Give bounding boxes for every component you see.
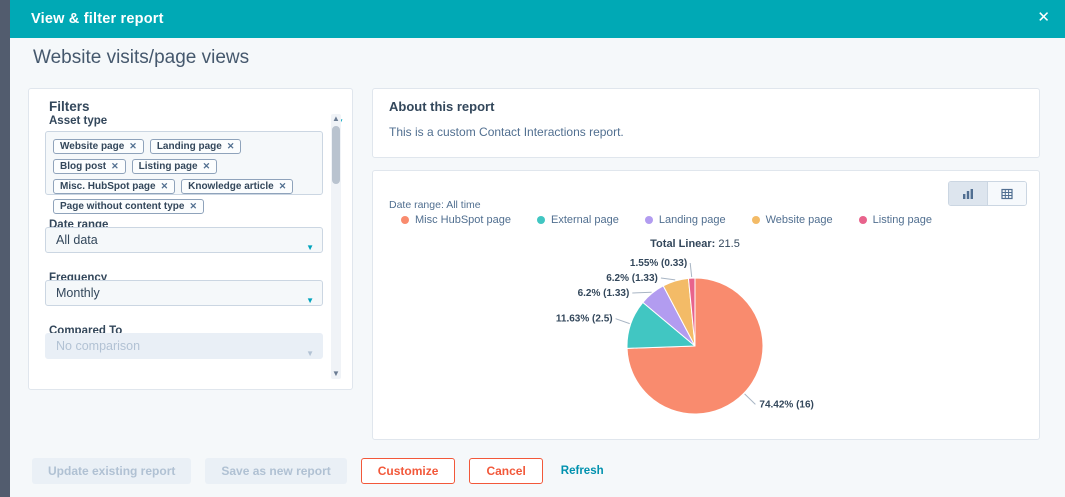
legend-dot-icon — [401, 216, 409, 224]
chart-panel: Date range: All time Misc HubSpot page Ex… — [372, 170, 1040, 440]
filter-chip[interactable]: Knowledge article ✕ — [181, 179, 294, 194]
chip-remove-icon[interactable]: ✕ — [227, 141, 235, 152]
table-view-button[interactable] — [987, 182, 1026, 205]
chevron-down-icon: ▼ — [306, 243, 314, 252]
cancel-button[interactable]: Cancel — [469, 458, 543, 484]
customize-button[interactable]: Customize — [360, 458, 456, 484]
legend-dot-icon — [858, 216, 867, 224]
view-toggle-group — [948, 181, 1027, 206]
filter-chip[interactable]: Misc. HubSpot page ✕ — [53, 179, 176, 194]
slice-value-label: 1.55% (0.33) — [630, 258, 687, 269]
chart-icon — [963, 188, 973, 199]
date-range-value: All data — [56, 233, 98, 247]
chart-date-range-note: Date range: All time — [389, 199, 481, 211]
filter-chip-label: Listing page — [138, 161, 198, 172]
refresh-link[interactable]: Refresh — [561, 465, 604, 477]
chart-legend: Misc HubSpot page External page Landing pa… — [401, 214, 932, 226]
chip-remove-icon[interactable]: ✕ — [279, 181, 287, 192]
filter-chip[interactable]: Landing page ✕ — [149, 139, 242, 154]
legend-item[interactable]: Website page — [751, 214, 833, 226]
legend-item[interactable]: Misc HubSpot page — [401, 214, 511, 226]
chart-view-button[interactable] — [949, 182, 987, 205]
label-leader-line — [744, 393, 756, 405]
filter-chip-label: Website page — [60, 141, 125, 152]
frequency-value: Monthly — [56, 286, 100, 300]
legend-item[interactable]: External page — [537, 214, 619, 226]
filter-chip-label: Misc. HubSpot page — [60, 181, 156, 192]
chip-remove-icon[interactable]: ✕ — [189, 201, 197, 212]
label-leader-line — [615, 318, 630, 325]
asset-type-multiselect[interactable]: Website page ✕ Landing page ✕ Blog post ✕ List… — [45, 131, 323, 214]
save-as-new-report-button: Save as new report — [205, 458, 347, 484]
about-heading: About this report — [389, 99, 495, 114]
scroll-down-icon[interactable]: ▼ — [331, 369, 341, 379]
filters-heading: Filters — [49, 99, 90, 114]
update-existing-report-button: Update existing report — [32, 458, 192, 484]
chip-remove-icon[interactable]: ✕ — [203, 161, 211, 172]
chevron-down-icon: ▼ — [306, 349, 314, 358]
legend-item[interactable]: Listing page — [858, 214, 932, 226]
filter-chip-label: Blog post — [60, 161, 107, 172]
background-page-edge — [0, 0, 10, 497]
asset-type-label: Asset type — [49, 115, 108, 127]
filter-chip-label: Landing page — [156, 141, 222, 152]
filter-chip[interactable]: Listing page ✕ — [131, 159, 218, 174]
compared-to-value: No comparison — [56, 339, 141, 353]
filter-chip[interactable]: Page without content type ✕ — [53, 199, 204, 214]
chip-remove-icon[interactable]: ✕ — [161, 181, 169, 192]
page-title: Website visits/page views — [33, 47, 250, 68]
close-icon[interactable]: ✕ — [1037, 9, 1050, 27]
legend-label: Misc HubSpot page — [415, 214, 511, 226]
filter-chip[interactable]: Website page ✕ — [53, 139, 144, 154]
legend-label: Website page — [765, 214, 833, 226]
legend-label: Landing page — [658, 214, 726, 226]
chart-total-label: Total Linear: 21.5 — [650, 238, 740, 250]
scroll-up-icon[interactable]: ▲ — [331, 114, 341, 124]
about-report-panel: About this report This is a custom Conta… — [372, 88, 1040, 158]
slice-value-label: 6.2% (1.33) — [578, 288, 630, 299]
legend-dot-icon — [537, 216, 545, 224]
asset-type-chips: Website page ✕ Landing page ✕ Blog post ✕ List… — [50, 136, 296, 214]
legend-dot-icon — [751, 216, 760, 224]
slice-value-label: 11.63% (2.5) — [556, 314, 613, 325]
about-description: This is a custom Contact Interactions re… — [389, 125, 624, 139]
modal-title: View & filter report — [31, 11, 164, 27]
label-leader-line — [689, 262, 693, 278]
filters-scrollbar[interactable]: ▲ ▼ — [331, 114, 341, 379]
filters-panel: Filters Asset type Website page ✕ Landing … — [28, 88, 353, 390]
slice-value-label: 6.2% (1.33) — [606, 273, 658, 284]
pie-chart: 74.42% (16) 11.63% (2.5) 6.2% (1.33) 6.2% (… — [556, 238, 814, 415]
legend-label: Listing page — [872, 214, 932, 226]
compared-to-select-disabled: No comparison ▼ — [45, 333, 323, 359]
date-range-select[interactable]: All data ▼ — [45, 227, 323, 253]
table-icon — [1001, 188, 1013, 199]
modal-header: View & filter report ✕ — [10, 0, 1065, 38]
slice-value-label: 74.42% (16) — [759, 399, 813, 410]
chip-remove-icon[interactable]: ✕ — [111, 161, 119, 172]
chip-remove-icon[interactable]: ✕ — [129, 141, 137, 152]
footer-actions: Update existing report Save as new repor… — [32, 458, 604, 484]
filter-chip[interactable]: Blog post ✕ — [53, 159, 126, 174]
label-leader-line — [632, 291, 652, 294]
filter-chip-label: Page without content type — [60, 201, 185, 212]
legend-dot-icon — [644, 216, 653, 224]
chevron-down-icon: ▼ — [306, 296, 314, 305]
legend-item[interactable]: Landing page — [644, 214, 726, 226]
legend-label: External page — [551, 214, 619, 226]
frequency-select[interactable]: Monthly ▼ — [45, 280, 323, 306]
scrollbar-thumb[interactable] — [332, 126, 340, 184]
label-leader-line — [660, 277, 676, 281]
filter-chip-label: Knowledge article — [188, 181, 274, 192]
